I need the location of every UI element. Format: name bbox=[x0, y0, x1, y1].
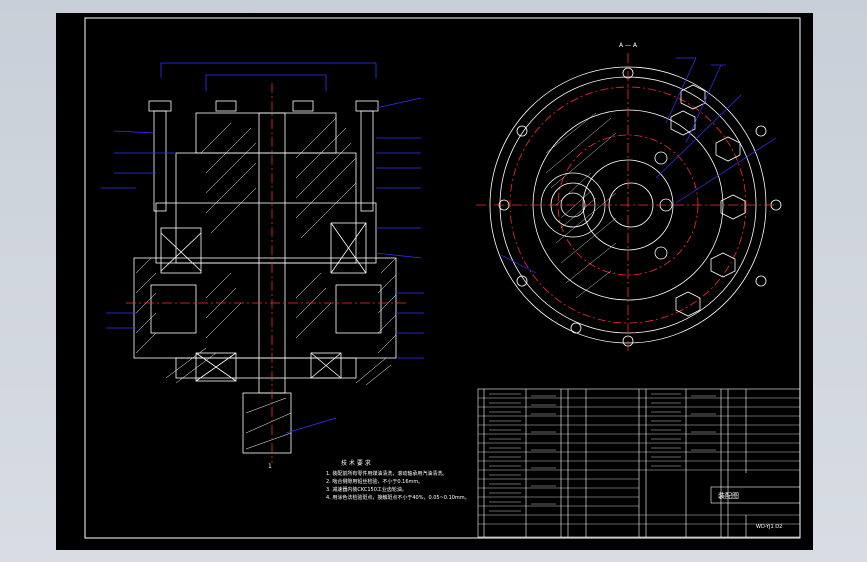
section-label: A — A bbox=[619, 42, 638, 49]
section-view: 1 bbox=[101, 62, 424, 470]
circular-view: A — A bbox=[476, 42, 782, 353]
shaft-center-mark: 1 bbox=[268, 463, 272, 470]
notes-title: 技 术 要 求 bbox=[341, 459, 371, 467]
note-1: 1. 装配前所有零件用煤油清洗，滚动轴承用汽油清洗。 bbox=[326, 470, 447, 477]
cad-viewport[interactable]: 1 A — A 技 术 要 求 1. 装配前所有零件用煤油清洗，滚动轴承用汽油清… bbox=[0, 0, 867, 562]
drawing-number: WD-YJ1 D2 bbox=[756, 524, 782, 530]
drawing-sheet[interactable]: 1 A — A 技 术 要 求 1. 装配前所有零件用煤油清洗，滚动轴承用汽油清… bbox=[56, 13, 813, 550]
note-2: 2. 啮合侧隙用铅丝检验，不小于0.16mm。 bbox=[326, 478, 423, 485]
drawing-frame bbox=[84, 17, 801, 539]
assembly-title: 装配图 bbox=[718, 491, 739, 500]
technical-notes: 技 术 要 求 1. 装配前所有零件用煤油清洗，滚动轴承用汽油清洗。 2. 啮合… bbox=[326, 459, 470, 501]
drawing-canvas: 1 A — A 技 术 要 求 1. 装配前所有零件用煤油清洗，滚动轴承用汽油清… bbox=[84, 17, 801, 539]
note-3: 3. 减速器内装CKC150工业齿轮油。 bbox=[326, 486, 407, 493]
parts-list bbox=[477, 388, 801, 538]
note-4: 4. 用涂色法检验斑点，接触斑点不小于40%，0.05~0.10mm。 bbox=[326, 494, 470, 501]
